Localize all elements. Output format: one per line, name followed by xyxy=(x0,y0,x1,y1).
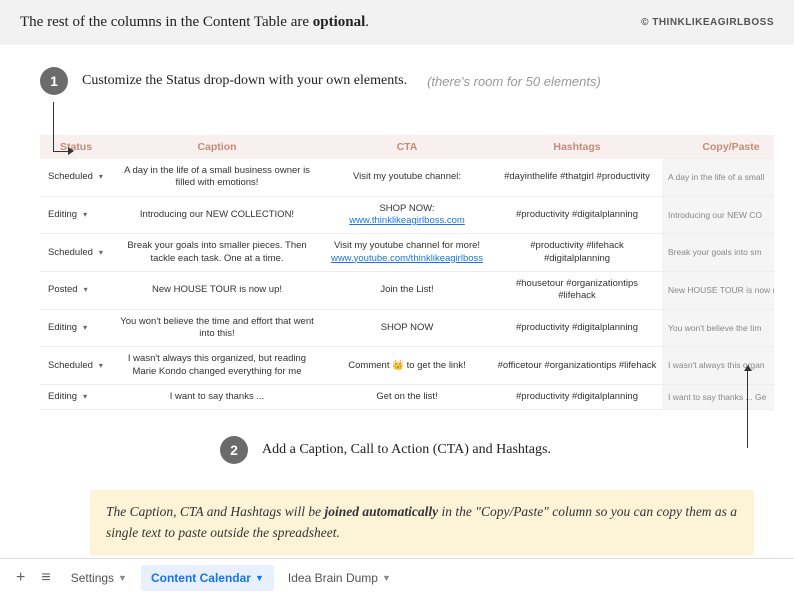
col-status: Status xyxy=(40,135,112,159)
status-dropdown[interactable]: Editing xyxy=(40,385,112,410)
hashtags-cell[interactable]: #housetour #organizationtips #lifehack xyxy=(492,272,662,310)
col-hashtags: Hashtags xyxy=(492,135,662,159)
step2-row: 2 Add a Caption, Call to Action (CTA) an… xyxy=(220,436,794,464)
header-bold: optional xyxy=(313,14,366,30)
tab-braindump-label: Idea Brain Dump xyxy=(288,571,378,585)
header-bar: The rest of the columns in the Content T… xyxy=(0,0,794,45)
connector-line-1 xyxy=(53,102,71,152)
cta-cell[interactable]: Comment 👑 to get the link! xyxy=(322,347,492,385)
all-sheets-icon[interactable]: ≡ xyxy=(35,569,56,587)
hashtags-cell[interactable]: #productivity #digitalplanning xyxy=(492,385,662,410)
status-dropdown[interactable]: Scheduled xyxy=(40,234,112,272)
copypaste-cell[interactable]: Break your goals into sm xyxy=(662,234,774,272)
content-table-wrap: Status Caption CTA Hashtags Copy/Paste S… xyxy=(40,135,774,410)
hashtags-cell[interactable]: #dayinthelife #thatgirl #productivity xyxy=(492,159,662,196)
step1-hint: (there's room for 50 elements) xyxy=(427,74,601,89)
status-dropdown[interactable]: Scheduled xyxy=(40,347,112,385)
col-copypaste: Copy/Paste xyxy=(662,135,774,159)
status-dropdown[interactable]: Scheduled xyxy=(40,159,112,196)
table-row: ScheduledI wasn't always this organized,… xyxy=(40,347,774,385)
step1-badge: 1 xyxy=(40,67,68,95)
copypaste-cell[interactable]: A day in the life of a small xyxy=(662,159,774,196)
tab-idea-brain-dump[interactable]: Idea Brain Dump ▼ xyxy=(278,565,401,591)
col-cta: CTA xyxy=(322,135,492,159)
cta-cell[interactable]: Visit my youtube channel for more!www.yo… xyxy=(322,234,492,272)
cta-cell[interactable]: Join the List! xyxy=(322,272,492,310)
tab-settings-label: Settings xyxy=(71,571,114,585)
chevron-down-icon[interactable]: ▼ xyxy=(118,573,127,583)
copypaste-cell[interactable]: Introducing our NEW CO xyxy=(662,196,774,234)
hashtags-cell[interactable]: #officetour #organizationtips #lifehack xyxy=(492,347,662,385)
table-row: EditingI want to say thanks ...Get on th… xyxy=(40,385,774,410)
highlight-note: The Caption, CTA and Hashtags will be jo… xyxy=(90,490,754,555)
chevron-down-icon[interactable]: ▼ xyxy=(382,573,391,583)
header-pre: The rest of the columns in the Content T… xyxy=(20,14,313,30)
status-dropdown[interactable]: Editing xyxy=(40,196,112,234)
step2-badge: 2 xyxy=(220,436,248,464)
col-caption: Caption xyxy=(112,135,322,159)
hashtags-cell[interactable]: #productivity #digitalplanning xyxy=(492,309,662,347)
connector-line-2 xyxy=(747,370,749,448)
caption-cell[interactable]: You won't believe the time and effort th… xyxy=(112,309,322,347)
arrow-up-icon xyxy=(744,365,752,371)
table-row: PostedNew HOUSE TOUR is now up!Join the … xyxy=(40,272,774,310)
status-dropdown[interactable]: Posted xyxy=(40,272,112,310)
header-post: . xyxy=(365,14,369,30)
chevron-down-icon[interactable]: ▼ xyxy=(255,573,264,583)
arrow-right-icon xyxy=(68,147,74,155)
cta-link[interactable]: www.thinklikeagirlboss.com xyxy=(349,215,465,226)
copypaste-cell[interactable]: You won't believe the tim xyxy=(662,309,774,347)
tab-settings[interactable]: Settings ▼ xyxy=(61,565,137,591)
caption-cell[interactable]: I wasn't always this organized, but read… xyxy=(112,347,322,385)
copypaste-cell[interactable]: New HOUSE TOUR is now u xyxy=(662,272,774,310)
table-header-row: Status Caption CTA Hashtags Copy/Paste xyxy=(40,135,774,159)
table-row: EditingYou won't believe the time and ef… xyxy=(40,309,774,347)
copyright-text: © THINKLIKEAGIRLBOSS xyxy=(641,17,774,28)
table-row: EditingIntroducing our NEW COLLECTION!SH… xyxy=(40,196,774,234)
hashtags-cell[interactable]: #productivity #digitalplanning xyxy=(492,196,662,234)
content-table: Status Caption CTA Hashtags Copy/Paste S… xyxy=(40,135,774,410)
caption-cell[interactable]: A day in the life of a small business ow… xyxy=(112,159,322,196)
cta-cell[interactable]: Visit my youtube channel: xyxy=(322,159,492,196)
tab-calendar-label: Content Calendar xyxy=(151,571,251,585)
cta-cell[interactable]: SHOP NOW:www.thinklikeagirlboss.com xyxy=(322,196,492,234)
caption-cell[interactable]: New HOUSE TOUR is now up! xyxy=(112,272,322,310)
caption-cell[interactable]: Break your goals into smaller pieces. Th… xyxy=(112,234,322,272)
highlight-bold: joined automatically xyxy=(325,504,439,519)
step1-text: Customize the Status drop-down with your… xyxy=(82,73,407,89)
status-dropdown[interactable]: Editing xyxy=(40,309,112,347)
caption-cell[interactable]: I want to say thanks ... xyxy=(112,385,322,410)
sheet-tabs-bar: + ≡ Settings ▼ Content Calendar ▼ Idea Bra… xyxy=(0,558,794,596)
caption-cell[interactable]: Introducing our NEW COLLECTION! xyxy=(112,196,322,234)
copypaste-cell[interactable]: I wasn't always this organ xyxy=(662,347,774,385)
cta-cell[interactable]: Get on the list! xyxy=(322,385,492,410)
cta-cell[interactable]: SHOP NOW xyxy=(322,309,492,347)
add-sheet-icon[interactable]: + xyxy=(10,569,31,587)
step2-text: Add a Caption, Call to Action (CTA) and … xyxy=(262,442,551,458)
cta-link[interactable]: www.youtube.com/thinklikeagirlboss xyxy=(331,253,483,264)
copypaste-cell[interactable]: I want to say thanks ... Ge xyxy=(662,385,774,410)
hashtags-cell[interactable]: #productivity #lifehack #digitalplanning xyxy=(492,234,662,272)
tab-content-calendar[interactable]: Content Calendar ▼ xyxy=(141,565,274,591)
header-intro: The rest of the columns in the Content T… xyxy=(20,14,369,31)
highlight-pre: The Caption, CTA and Hashtags will be xyxy=(106,504,325,519)
step1-row: 1 Customize the Status drop-down with yo… xyxy=(0,67,794,95)
table-row: ScheduledA day in the life of a small bu… xyxy=(40,159,774,196)
table-row: ScheduledBreak your goals into smaller p… xyxy=(40,234,774,272)
